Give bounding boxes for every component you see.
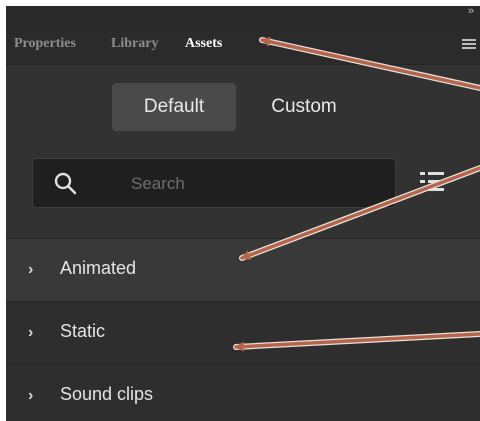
tab-properties[interactable]: Properties [14,36,76,52]
list-view-icon[interactable] [420,169,446,195]
default-toggle-button[interactable]: Default [112,83,236,131]
tab-bar: Properties Library Assets [6,28,480,65]
category-label: Animated [60,258,137,278]
panel-top-strip: » [6,6,480,28]
category-animated[interactable]: › Animated [6,238,480,301]
assets-panel: » Properties Library Assets Default Cust… [6,6,480,421]
category-label: Static [60,321,106,341]
category-label: Sound clips [60,384,154,404]
search-icon [54,172,77,195]
category-static[interactable]: › Static [6,301,480,364]
chevron-right-icon: › [28,324,34,341]
panel-menu-icon[interactable] [462,39,476,51]
search-field[interactable] [32,158,396,208]
chevron-right-icon: › [28,261,34,278]
category-sound-clips[interactable]: › Sound clips [6,364,480,421]
chevron-right-icon: › [28,387,34,404]
tab-library[interactable]: Library [111,36,158,52]
search-input[interactable] [129,171,373,197]
double-chevron-right-icon[interactable]: » [468,6,474,17]
tab-assets[interactable]: Assets [185,36,222,52]
custom-toggle-button[interactable]: Custom [254,83,354,131]
